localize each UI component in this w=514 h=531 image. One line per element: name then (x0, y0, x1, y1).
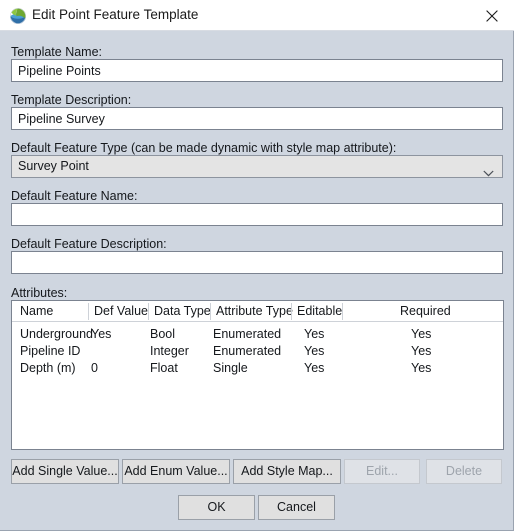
cell-editable: Yes (304, 327, 325, 341)
template-description-label: Template Description: (11, 93, 132, 107)
template-name-input[interactable] (11, 59, 503, 82)
add-style-map-button[interactable]: Add Style Map... (233, 459, 341, 484)
column-header-name[interactable]: Name (20, 301, 53, 321)
attributes-list[interactable]: Name Def Value Data Type Attribute Type … (11, 300, 504, 450)
cell-data-type: Integer (150, 344, 189, 358)
column-header-required[interactable]: Required (400, 301, 451, 321)
default-feature-type-label: Default Feature Type (can be made dynami… (11, 141, 397, 155)
default-feature-name-label: Default Feature Name: (11, 189, 138, 203)
globe-icon (9, 7, 27, 25)
edit-point-feature-template-dialog: Edit Point Feature Template Template Nam… (0, 0, 514, 531)
table-row[interactable]: Underground Yes Bool Enumerated Yes Yes (12, 326, 503, 343)
close-icon[interactable] (470, 0, 514, 30)
cell-data-type: Bool (150, 327, 176, 341)
cell-name: Underground (20, 327, 93, 341)
column-divider[interactable] (148, 303, 149, 320)
template-description-input[interactable] (11, 107, 503, 130)
cell-attribute-type: Enumerated (213, 344, 282, 358)
delete-button[interactable]: Delete (426, 459, 502, 484)
column-divider[interactable] (210, 303, 211, 320)
column-divider[interactable] (503, 303, 504, 320)
column-divider[interactable] (291, 303, 292, 320)
default-feature-description-input[interactable] (11, 251, 503, 274)
column-header-data-type[interactable]: Data Type (154, 301, 211, 321)
column-header-editable[interactable]: Editable (297, 301, 342, 321)
cancel-button[interactable]: Cancel (258, 495, 335, 520)
attributes-label: Attributes: (11, 286, 68, 300)
cell-name: Depth (m) (20, 361, 76, 375)
default-feature-description-label: Default Feature Description: (11, 237, 167, 251)
cell-def-value: 0 (91, 361, 98, 375)
cell-name: Pipeline ID (20, 344, 81, 358)
cell-editable: Yes (304, 344, 325, 358)
cell-required: Yes (411, 327, 432, 341)
default-feature-type-value: Survey Point (18, 159, 89, 173)
ok-button[interactable]: OK (178, 495, 255, 520)
table-row[interactable]: Pipeline ID Integer Enumerated Yes Yes (12, 343, 503, 360)
cell-attribute-type: Single (213, 361, 248, 375)
title-bar: Edit Point Feature Template (0, 0, 514, 31)
default-feature-type-select[interactable]: Survey Point (11, 155, 503, 178)
template-name-label: Template Name: (11, 45, 103, 59)
table-row[interactable]: Depth (m) 0 Float Single Yes Yes (12, 360, 503, 377)
cell-data-type: Float (150, 361, 178, 375)
cell-attribute-type: Enumerated (213, 327, 282, 341)
edit-button[interactable]: Edit... (344, 459, 420, 484)
chevron-down-icon (483, 163, 494, 177)
default-feature-name-input[interactable] (11, 203, 503, 226)
cell-def-value: Yes (91, 327, 112, 341)
cell-required: Yes (411, 361, 432, 375)
cell-required: Yes (411, 344, 432, 358)
window-title: Edit Point Feature Template (32, 7, 199, 22)
add-enum-value-button[interactable]: Add Enum Value... (122, 459, 230, 484)
add-single-value-button[interactable]: Add Single Value... (11, 459, 119, 484)
column-header-attribute-type[interactable]: Attribute Type (216, 301, 293, 321)
column-divider[interactable] (342, 303, 343, 320)
column-divider[interactable] (88, 303, 89, 320)
cell-editable: Yes (304, 361, 325, 375)
attributes-table-header: Name Def Value Data Type Attribute Type … (12, 301, 503, 322)
column-header-def-value[interactable]: Def Value (94, 301, 148, 321)
